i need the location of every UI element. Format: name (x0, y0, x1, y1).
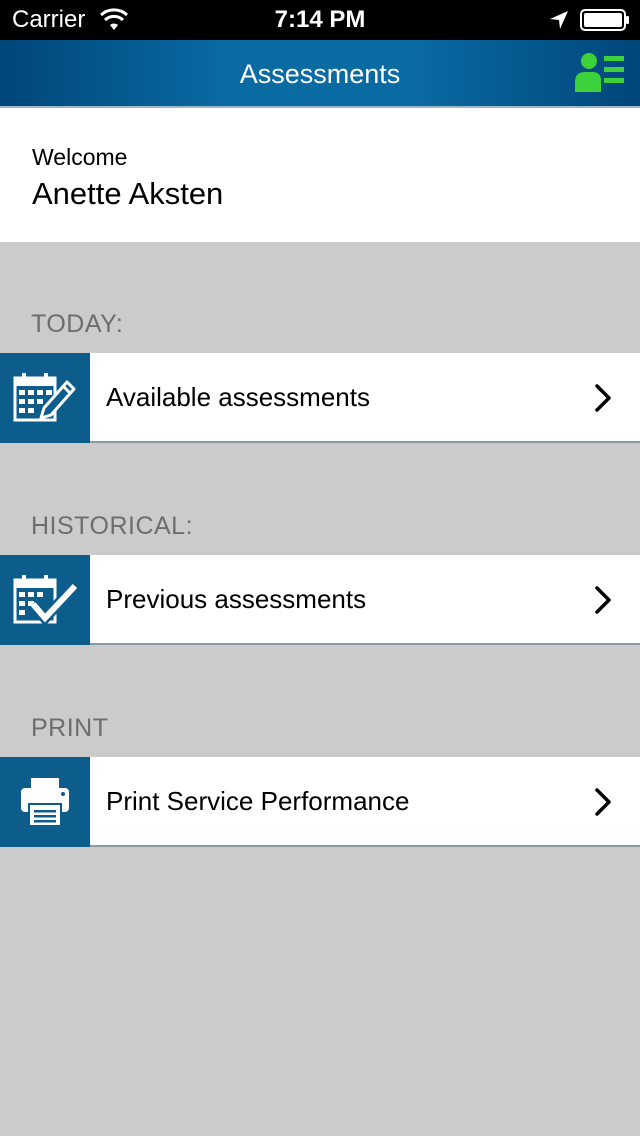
list-item-available-assessments[interactable]: Available assessments (0, 353, 640, 443)
chevron-right-icon (595, 788, 611, 816)
section-header-today: TODAY: (31, 310, 124, 338)
section-header-historical: HISTORICAL: (31, 512, 194, 540)
user-list-icon[interactable] (574, 52, 626, 96)
page-title: Assessments (239, 59, 401, 89)
status-bar: Carrier 7:14 PM (0, 0, 640, 40)
calendar-check-icon (0, 555, 90, 645)
printer-icon (0, 757, 90, 847)
welcome-label: Welcome (32, 144, 128, 170)
list-item-print-service-performance[interactable]: Print Service Performance (0, 757, 640, 847)
user-name: Anette Aksten (32, 176, 224, 211)
list-item-label: Available assessments (106, 382, 370, 412)
chevron-right-icon (595, 586, 611, 614)
chevron-right-icon (595, 384, 611, 412)
battery-icon (580, 9, 629, 31)
clock: 7:14 PM (274, 6, 366, 33)
list-item-label: Print Service Performance (106, 786, 410, 816)
welcome-panel: Welcome Anette Aksten (0, 108, 640, 242)
list-item-label: Previous assessments (106, 584, 367, 614)
section-header-print: PRINT (31, 714, 109, 742)
navigation-bar: Assessments (0, 40, 640, 108)
location-arrow-icon (550, 11, 568, 29)
calendar-edit-icon (0, 353, 90, 443)
list-item-previous-assessments[interactable]: Previous assessments (0, 555, 640, 645)
